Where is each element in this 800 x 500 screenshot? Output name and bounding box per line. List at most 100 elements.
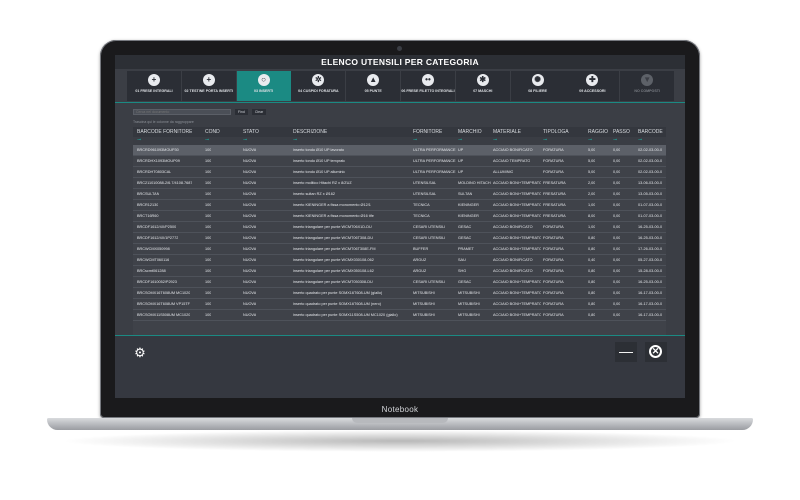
column-header[interactable]: RAGGIO [588,129,608,135]
category-label: 08 FILIERE [528,89,547,93]
table-cell: 100 [205,236,212,240]
filter-icon[interactable]: ⊸ [458,137,462,143]
table-cell: NUOVA [243,236,257,240]
table-cell: TECNICA [413,203,430,207]
table-cell: ACCIAIO BONI+TEMPRATO [493,203,541,207]
column-header[interactable]: DESCRIZIONE [293,129,327,135]
table-cell: 100 [205,214,212,218]
table-row[interactable]: BRCR12130 100 NUOVA inserto KIENINGER a fis… [133,200,666,211]
column-header[interactable]: PASSO [613,129,630,135]
close-button[interactable]: ✕ [645,342,667,362]
table-cell: 0,00 [613,247,621,251]
filter-icon[interactable]: ⊸ [638,137,642,143]
settings-gear-icon[interactable]: ⚙ [133,346,147,360]
table-cell: 0,80 [588,236,596,240]
category-tab-5[interactable]: ▲ 05 PUNTE [346,71,401,101]
table-cell: 100 [205,159,212,163]
filter-icon[interactable]: ⊸ [205,137,209,143]
table-cell: NUOVA [243,159,257,163]
find-button[interactable]: Find [235,109,248,115]
table-cell: MITSUBISHI [413,302,435,306]
category-tabs: +01 FRESE INTEGRALI +02 TESTINE PORTA INS… [127,71,675,101]
table-cell: NUOVA [243,170,257,174]
table-row[interactable]: BRCSOMX11S508UM MC1020 100 NUOVA inserto qu… [133,310,666,321]
filter-icon[interactable]: ⊸ [413,137,417,143]
column-header[interactable]: FORNITORE [413,129,442,135]
filter-icon[interactable]: ⊸ [293,137,297,143]
star-gear-icon: ✱ [476,74,489,86]
table-cell: 0,00 [613,280,621,284]
table-row[interactable]: BRC211010088-2/6.7/4108.7687 100 NUOVA inse… [133,178,666,189]
table-row[interactable]: BRCDF1610052/P2923 100 NUOVA inserto triang… [133,277,666,288]
table-row[interactable]: BRCSOMX16T608UM VP15TF 100 NUOVA inserto qu… [133,299,666,310]
minimize-button[interactable]: — [615,342,637,362]
category-tab-6[interactable]: •• 06 FRESE FILETTO INTEGRALI [400,71,455,101]
search-input[interactable] [133,109,231,115]
filter-icon[interactable]: ⊸ [543,137,547,143]
column-header[interactable]: MATERIALE [493,129,521,135]
laptop-mockup: Notebook ELENCO UTENSILI PER CATEGORIA +… [0,0,800,500]
table-cell: 0,00 [613,258,621,262]
category-label: NO COMPOSTI [634,89,660,93]
table-cell: 0,80 [588,313,596,317]
table-cell: inserto triangolare per punte WCMX030108… [293,258,374,262]
category-tab-3[interactable]: ○ 03 INSERTI [236,71,291,101]
clear-button[interactable]: Clear [251,109,267,115]
table-cell: 100 [205,280,212,284]
column-header[interactable]: STATO [243,129,259,135]
filter-icon[interactable]: ⊸ [613,137,617,143]
table-cell: inserto triangolare per punte WCMT06X1D-… [293,225,372,229]
column-header[interactable]: MARCHIO [458,129,482,135]
table-cell: 0,40 [588,258,596,262]
table-cell: ULTRA PERFORMANCE [413,148,456,152]
ring-icon: ○ [257,74,270,86]
table-cell: BRCSOMX11S508UM MC1020 [137,313,191,317]
column-header[interactable]: COND [205,129,220,135]
table-row[interactable]: BRCRDHT0803CAL 100 NUOVA inserto tondo Ø10 … [133,167,666,178]
table-row[interactable]: BRCDF1612/4X/1P2772 100 NUOVA inserto trian… [133,233,666,244]
app-title: ELENCO UTENSILI PER CATEGORIA [115,55,685,69]
triangle-icon: ▲ [367,74,380,86]
gear-wheel-icon: ✺ [531,74,544,86]
table-row[interactable]: BRCSULTAN 100 NUOVA inserto sultan RZ x Ø16… [133,189,666,200]
plus-circle-icon: + [202,74,215,86]
table-row[interactable]: BRCT16R60 100 NUOVA inserto KIENINGER a fis… [133,211,666,222]
table-row[interactable]: BRCscmt061288 100 NUOVA inserto triangolare… [133,266,666,277]
category-tab-4[interactable]: ✲ 04 CUSPIDI FORATURA [291,71,346,101]
category-tab-2[interactable]: +02 TESTINE PORTA INSERTI [181,71,236,101]
table-cell: BRCRDHT0803CAL [137,170,172,174]
category-tab-9[interactable]: ✚ 09 ACCESSORI [565,71,620,101]
table-cell: 01-07-03-00-0 [638,214,663,218]
table-cell: BRCDF1612/4X/1P2772 [137,236,179,240]
table-row[interactable]: BRCSOMX16T608UM MC1020 100 NUOVA inserto qu… [133,288,666,299]
table-row[interactable]: BRCWCMX050998 100 NUOVA inserto triangolare… [133,244,666,255]
table-cell: inserto tondo Ø10 UP alluminio [293,170,346,174]
table-cell: GESAC [458,225,472,229]
category-tab-8[interactable]: ✺ 08 FILIERE [510,71,565,101]
table-cell: 16-17-03-00-0 [638,302,663,306]
category-tab-7[interactable]: ✱ 07 MASCHI [455,71,510,101]
filter-icon[interactable]: ⊸ [243,137,247,143]
table-cell: MITSUBISHI [458,313,480,317]
table-cell: inserto triangolare per punte WCMX050108… [293,269,374,273]
table-cell: FORATURA [543,148,564,152]
category-tab-10[interactable]: ▼ NO COMPOSTI [620,71,675,101]
column-header[interactable]: TIPOLOGA [543,129,569,135]
column-header[interactable]: BARCODE FORNITORE [137,129,192,135]
filter-icon[interactable]: ⊸ [493,137,497,143]
filter-icon[interactable]: ⊸ [137,137,141,143]
filter-icon[interactable]: ⊸ [588,137,592,143]
table-row[interactable]: BRCRDHX1093MOUP09 100 NUOVA inserto tondo Ø… [133,156,666,167]
table-cell: FORATURA [543,258,564,262]
column-header[interactable]: BARCODE [638,129,663,135]
table-cell: TECNICA [413,214,430,218]
table-cell: 5,00 [588,159,596,163]
table-row[interactable]: BRCDF1612/4X/P2500 100 NUOVA inserto triang… [133,222,666,233]
table-row[interactable]: BRCRD961093MOUP30 100 NUOVA inserto tondo Ø… [133,145,666,156]
category-tab-1[interactable]: +01 FRESE INTEGRALI [127,71,181,101]
table-cell: FRESATURA [543,181,566,185]
table-row[interactable]: BRCWCMT060116 100 NUOVA inserto triangolare… [133,255,666,266]
laptop-brand-label: Notebook [381,405,419,414]
table-cell: 0,80 [588,291,596,295]
table-cell: 100 [205,192,212,196]
